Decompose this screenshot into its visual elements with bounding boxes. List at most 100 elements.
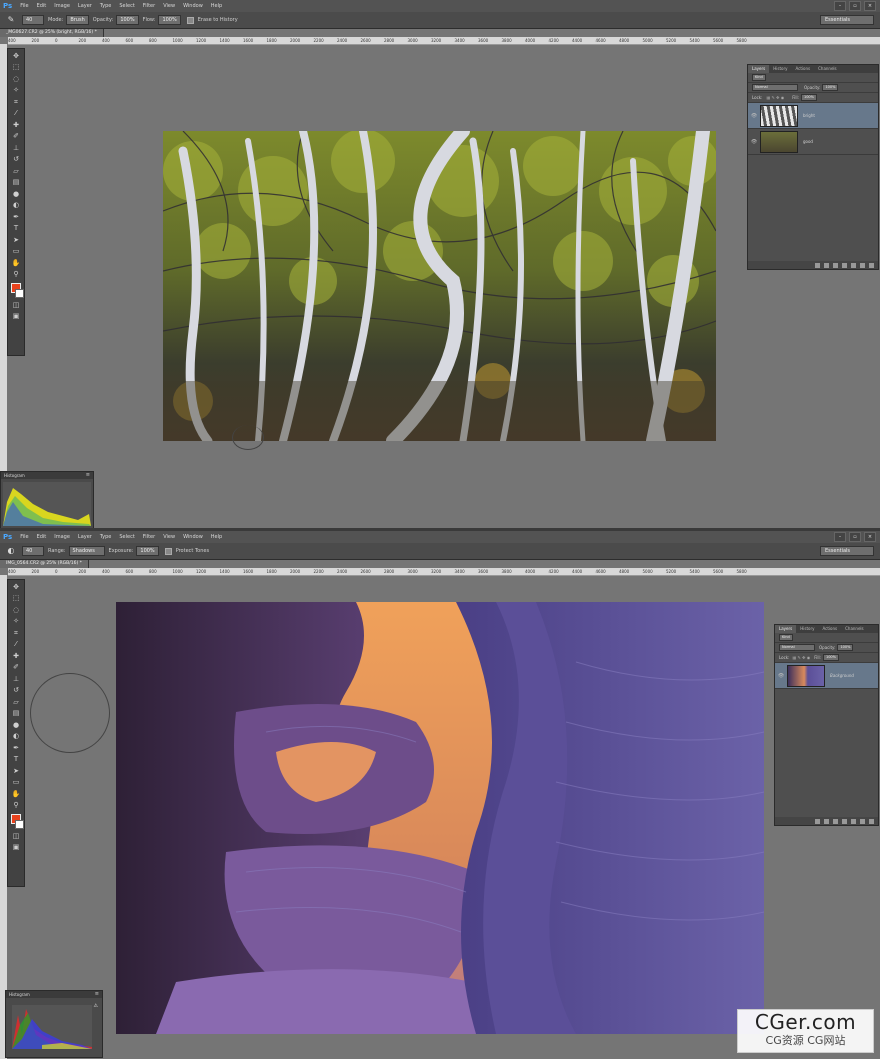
- minimize-icon[interactable]: –: [834, 1, 846, 11]
- add-mask-icon[interactable]: [833, 818, 838, 824]
- brush-preset-picker[interactable]: 40: [22, 546, 44, 556]
- warning-icon[interactable]: ⚠: [94, 1003, 98, 1009]
- kind-filter-select[interactable]: Kind: [779, 634, 793, 641]
- background-color-swatch[interactable]: [14, 820, 24, 829]
- menu-file[interactable]: File: [20, 534, 28, 540]
- mode-select[interactable]: Brush: [66, 15, 89, 25]
- menu-edit[interactable]: Edit: [37, 3, 47, 9]
- flow-field[interactable]: 100%: [158, 15, 181, 25]
- exposure-field[interactable]: 100%: [136, 546, 159, 556]
- kind-filter-select[interactable]: Kind: [752, 74, 766, 81]
- visibility-eye-icon[interactable]: 👁: [748, 139, 760, 145]
- menu-type[interactable]: Type: [100, 534, 111, 540]
- menu-help[interactable]: Help: [211, 534, 222, 540]
- adjustment-layer-icon[interactable]: [842, 818, 847, 824]
- menu-image[interactable]: Image: [54, 534, 70, 540]
- canvas-canyon-photo[interactable]: [116, 602, 764, 1034]
- quick-mask-icon[interactable]: ◫: [11, 300, 21, 310]
- brush-tool-icon[interactable]: ✐: [11, 131, 21, 141]
- dodge-tool-icon[interactable]: ◐: [11, 200, 21, 210]
- move-tool-icon[interactable]: ✥: [11, 582, 21, 592]
- tab-actions[interactable]: Actions: [791, 65, 814, 73]
- healing-tool-icon[interactable]: ✚: [11, 651, 21, 661]
- panel-menu-icon[interactable]: ≡: [95, 991, 99, 998]
- marquee-tool-icon[interactable]: ⬚: [11, 593, 21, 603]
- opacity-field[interactable]: 100%: [116, 15, 139, 25]
- stamp-tool-icon[interactable]: ⊥: [11, 674, 21, 684]
- crop-tool-icon[interactable]: ⌗: [11, 97, 21, 107]
- trash-icon[interactable]: [869, 262, 874, 268]
- new-group-icon[interactable]: [851, 818, 856, 824]
- pen-tool-icon[interactable]: ✒: [11, 743, 21, 753]
- tab-layers[interactable]: Layers: [775, 625, 797, 633]
- layer-row-good[interactable]: 👁 good: [748, 129, 878, 155]
- screen-mode-icon[interactable]: ▣: [11, 311, 21, 321]
- tab-channels[interactable]: Channels: [841, 625, 868, 633]
- document-tab[interactable]: _MG0627.CR2 @ 25% (bright, RGB/16) *: [0, 29, 104, 37]
- menu-select[interactable]: Select: [119, 3, 134, 9]
- tab-history[interactable]: History: [769, 65, 791, 73]
- menu-select[interactable]: Select: [119, 534, 134, 540]
- move-tool-icon[interactable]: ✥: [11, 51, 21, 61]
- dodge-icon[interactable]: ◐: [6, 546, 16, 556]
- workspace-select[interactable]: Essentials: [820, 15, 874, 25]
- zoom-tool-icon[interactable]: ⚲: [11, 800, 21, 810]
- hand-tool-icon[interactable]: ✋: [11, 258, 21, 268]
- eraser-tool-icon[interactable]: ▱: [11, 697, 21, 707]
- brush-tool-icon[interactable]: ✐: [11, 662, 21, 672]
- quick-select-tool-icon[interactable]: ✧: [11, 616, 21, 626]
- pen-tool-icon[interactable]: ✒: [11, 212, 21, 222]
- close-icon[interactable]: ×: [864, 1, 876, 11]
- menu-layer[interactable]: Layer: [78, 3, 92, 9]
- close-icon[interactable]: ×: [864, 532, 876, 542]
- healing-tool-icon[interactable]: ✚: [11, 120, 21, 130]
- menu-image[interactable]: Image: [54, 3, 70, 9]
- screen-mode-icon[interactable]: ▣: [11, 842, 21, 852]
- add-mask-icon[interactable]: [833, 262, 838, 268]
- new-group-icon[interactable]: [851, 262, 856, 268]
- crop-tool-icon[interactable]: ⌗: [11, 628, 21, 638]
- fill-field[interactable]: 100%: [800, 94, 817, 101]
- new-layer-icon[interactable]: [860, 262, 865, 268]
- path-select-tool-icon[interactable]: ➤: [11, 766, 21, 776]
- type-tool-icon[interactable]: T: [11, 754, 21, 764]
- blur-tool-icon[interactable]: ●: [11, 189, 21, 199]
- dodge-tool-icon[interactable]: ◐: [11, 731, 21, 741]
- quick-select-tool-icon[interactable]: ✧: [11, 85, 21, 95]
- blend-mode-select[interactable]: Normal: [752, 84, 798, 91]
- lasso-tool-icon[interactable]: ◌: [11, 605, 21, 615]
- menu-view[interactable]: View: [163, 3, 175, 9]
- layer-row-background[interactable]: 👁 Background: [775, 663, 878, 689]
- link-layers-icon[interactable]: [815, 262, 820, 268]
- shape-tool-icon[interactable]: ▭: [11, 777, 21, 787]
- eraser-tool-icon[interactable]: ▱: [11, 166, 21, 176]
- adjustment-layer-icon[interactable]: [842, 262, 847, 268]
- brush-preset-picker[interactable]: 40: [22, 15, 44, 25]
- workspace-select[interactable]: Essentials: [820, 546, 874, 556]
- menu-layer[interactable]: Layer: [78, 534, 92, 540]
- blend-mode-select[interactable]: Normal: [779, 644, 815, 651]
- layer-opacity-field[interactable]: 100%: [837, 644, 854, 651]
- type-tool-icon[interactable]: T: [11, 223, 21, 233]
- lock-icons[interactable]: ▦ ✎ ✥ ◉: [792, 655, 810, 660]
- lock-icons[interactable]: ▦ ✎ ✥ ◉: [766, 95, 784, 100]
- visibility-eye-icon[interactable]: 👁: [775, 673, 787, 679]
- menu-filter[interactable]: Filter: [143, 3, 155, 9]
- trash-icon[interactable]: [869, 818, 874, 824]
- menu-type[interactable]: Type: [100, 3, 111, 9]
- zoom-tool-icon[interactable]: ⚲: [11, 269, 21, 279]
- new-layer-icon[interactable]: [860, 818, 865, 824]
- gradient-tool-icon[interactable]: ▤: [11, 708, 21, 718]
- menu-view[interactable]: View: [163, 534, 175, 540]
- erase-history-checkbox[interactable]: [186, 16, 194, 24]
- tab-channels[interactable]: Channels: [814, 65, 841, 73]
- range-select[interactable]: Shadows: [68, 546, 105, 556]
- shape-tool-icon[interactable]: ▭: [11, 246, 21, 256]
- fx-icon[interactable]: [824, 262, 829, 268]
- menu-window[interactable]: Window: [183, 534, 203, 540]
- menu-window[interactable]: Window: [183, 3, 203, 9]
- panel-menu-icon[interactable]: ≡: [86, 472, 90, 479]
- document-tab[interactable]: IMG_0564.CR2 @ 25% (RGB/16) *: [0, 560, 89, 568]
- tab-actions[interactable]: Actions: [818, 625, 841, 633]
- tab-layers[interactable]: Layers: [748, 65, 770, 73]
